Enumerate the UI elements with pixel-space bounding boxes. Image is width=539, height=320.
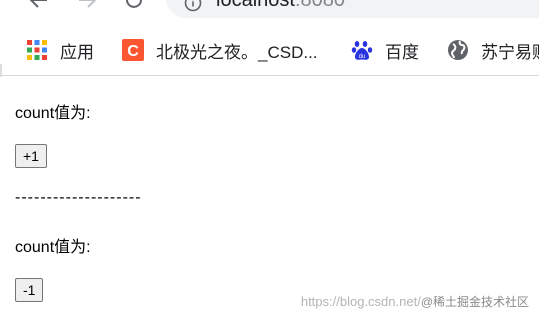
baidu-paw-icon: du [351, 41, 373, 60]
bookmark-suning[interactable]: 苏宁易购 [447, 34, 539, 66]
url-text: localhost:8080 [216, 0, 345, 11]
bookmark-label: 应用 [60, 42, 94, 62]
bookmarks-bar: 应用 C 北极光之夜。_CSD... du 百度 苏宁易 [0, 34, 539, 66]
watermark-brand: @稀土掘金技术社区 [420, 295, 529, 309]
reload-icon[interactable] [122, 0, 146, 12]
browser-chrome: localhost:8080 应用 C 北极光之夜。_CSD... du 百度 … [0, 0, 539, 76]
divider-text: -------------------- [15, 189, 142, 206]
svg-text:C: C [127, 43, 139, 60]
apps-grid-icon [27, 40, 47, 60]
bookmark-csdn[interactable]: C 北极光之夜。_CSD... [122, 34, 318, 66]
address-bar[interactable]: localhost:8080 [166, 0, 539, 18]
site-info-icon[interactable] [184, 0, 202, 12]
bookmark-label: 苏宁易购 [481, 42, 539, 62]
bookmark-baidu[interactable]: du 百度 [351, 34, 419, 66]
bookmark-apps[interactable]: 应用 [26, 34, 94, 66]
count-label: count值为: [15, 105, 91, 122]
window-edge [0, 64, 2, 78]
svg-text:du: du [359, 54, 366, 60]
csdn-icon: C [122, 39, 144, 61]
watermark: https://blog.csdn.net/@稀土掘金技术社区 [301, 293, 529, 310]
increment-button[interactable]: +1 [15, 144, 47, 168]
bookmark-label: 百度 [385, 42, 419, 62]
decrement-button[interactable]: -1 [15, 278, 44, 302]
page-content: count值为: +1 -------------------- count值为… [0, 77, 539, 320]
back-arrow-icon[interactable] [27, 0, 51, 12]
globe-icon [448, 40, 468, 60]
forward-arrow-icon[interactable] [75, 0, 99, 12]
count-label: count值为: [15, 239, 91, 256]
bookmark-label: 北极光之夜。_CSD... [156, 42, 318, 62]
watermark-url: https://blog.csdn.net/ [300, 294, 421, 309]
